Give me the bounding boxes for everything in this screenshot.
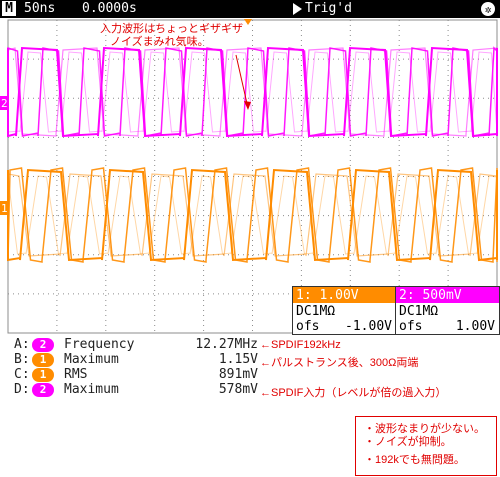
measurement-name: Frequency	[64, 337, 135, 352]
measurement-value: 12.27MHz	[195, 337, 258, 352]
ch1-info-panel[interactable]: 1: 1.00V DC1MΩ ofs -1.00V	[292, 286, 397, 335]
measurement-value: 891mV	[218, 367, 258, 382]
channel-badge: 2	[32, 383, 54, 397]
measurement-slot-label: A:	[14, 337, 30, 352]
channel-badge: 1	[32, 368, 54, 382]
measurement-note-d: ←SPDIF入力（レベルが倍の過入力）	[260, 387, 447, 399]
status-bar: M 50ns 0.0000s Trig'd ✲	[0, 0, 500, 18]
measurement-value: 1.15V	[218, 352, 258, 367]
ch1-offset-label: ofs	[296, 319, 320, 334]
measurement-slot-label: D:	[14, 382, 30, 397]
svg-text:2: 2	[1, 97, 8, 110]
ch1-ground-marker[interactable]: 1	[0, 201, 8, 215]
ch1-scale: 1: 1.00V	[293, 287, 396, 303]
ch1-offset-value: -1.00V	[345, 319, 392, 334]
ch2-offset-value: 1.00V	[455, 319, 495, 334]
trigger-status-label: Trig'd	[305, 1, 352, 16]
svg-text:1: 1	[1, 202, 8, 215]
trigger-position-marker[interactable]	[244, 19, 252, 25]
measurement-note-a: ←SPDIF192kHz	[260, 339, 341, 351]
settings-gear-icon[interactable]: ✲	[481, 2, 495, 16]
comment-line: ・ノイズが抑制。	[364, 436, 452, 448]
measurement-slot-label: C:	[14, 367, 30, 382]
measurement-name: RMS	[64, 367, 88, 382]
timebase-readout[interactable]: 50ns	[24, 1, 55, 17]
measurement-note-b: ←パルストランス後、300Ω両端	[260, 357, 419, 369]
delay-readout[interactable]: 0.0000s	[82, 1, 137, 17]
measurement-slot-label: B:	[14, 352, 30, 367]
trigger-status[interactable]: Trig'd	[293, 1, 352, 17]
ch2-offset-label: ofs	[399, 319, 423, 334]
mode-indicator[interactable]: M	[2, 1, 16, 16]
comment-box: ・波形なまりが少ない。 ・ノイズが抑制。 ・192kでも無問題。	[355, 416, 497, 476]
measurement-name: Maximum	[64, 352, 119, 367]
ch2-scale: 2: 500mV	[396, 287, 499, 303]
channel-badge: 2	[32, 338, 54, 352]
ch2-info-panel[interactable]: 2: 500mV DC1MΩ ofs 1.00V	[395, 286, 500, 335]
ch2-ground-marker[interactable]: 2	[0, 96, 8, 110]
measurement-row-d[interactable]: D: 2 Maximum 578mV	[0, 382, 258, 399]
run-triangle-icon	[293, 2, 302, 15]
channel-badge: 1	[32, 353, 54, 367]
measurement-value: 578mV	[218, 382, 258, 397]
measurement-name: Maximum	[64, 382, 119, 397]
annotation-line-2: ノイズまみれ気味。	[110, 36, 209, 48]
comment-line: ・192kでも無問題。	[364, 454, 465, 466]
